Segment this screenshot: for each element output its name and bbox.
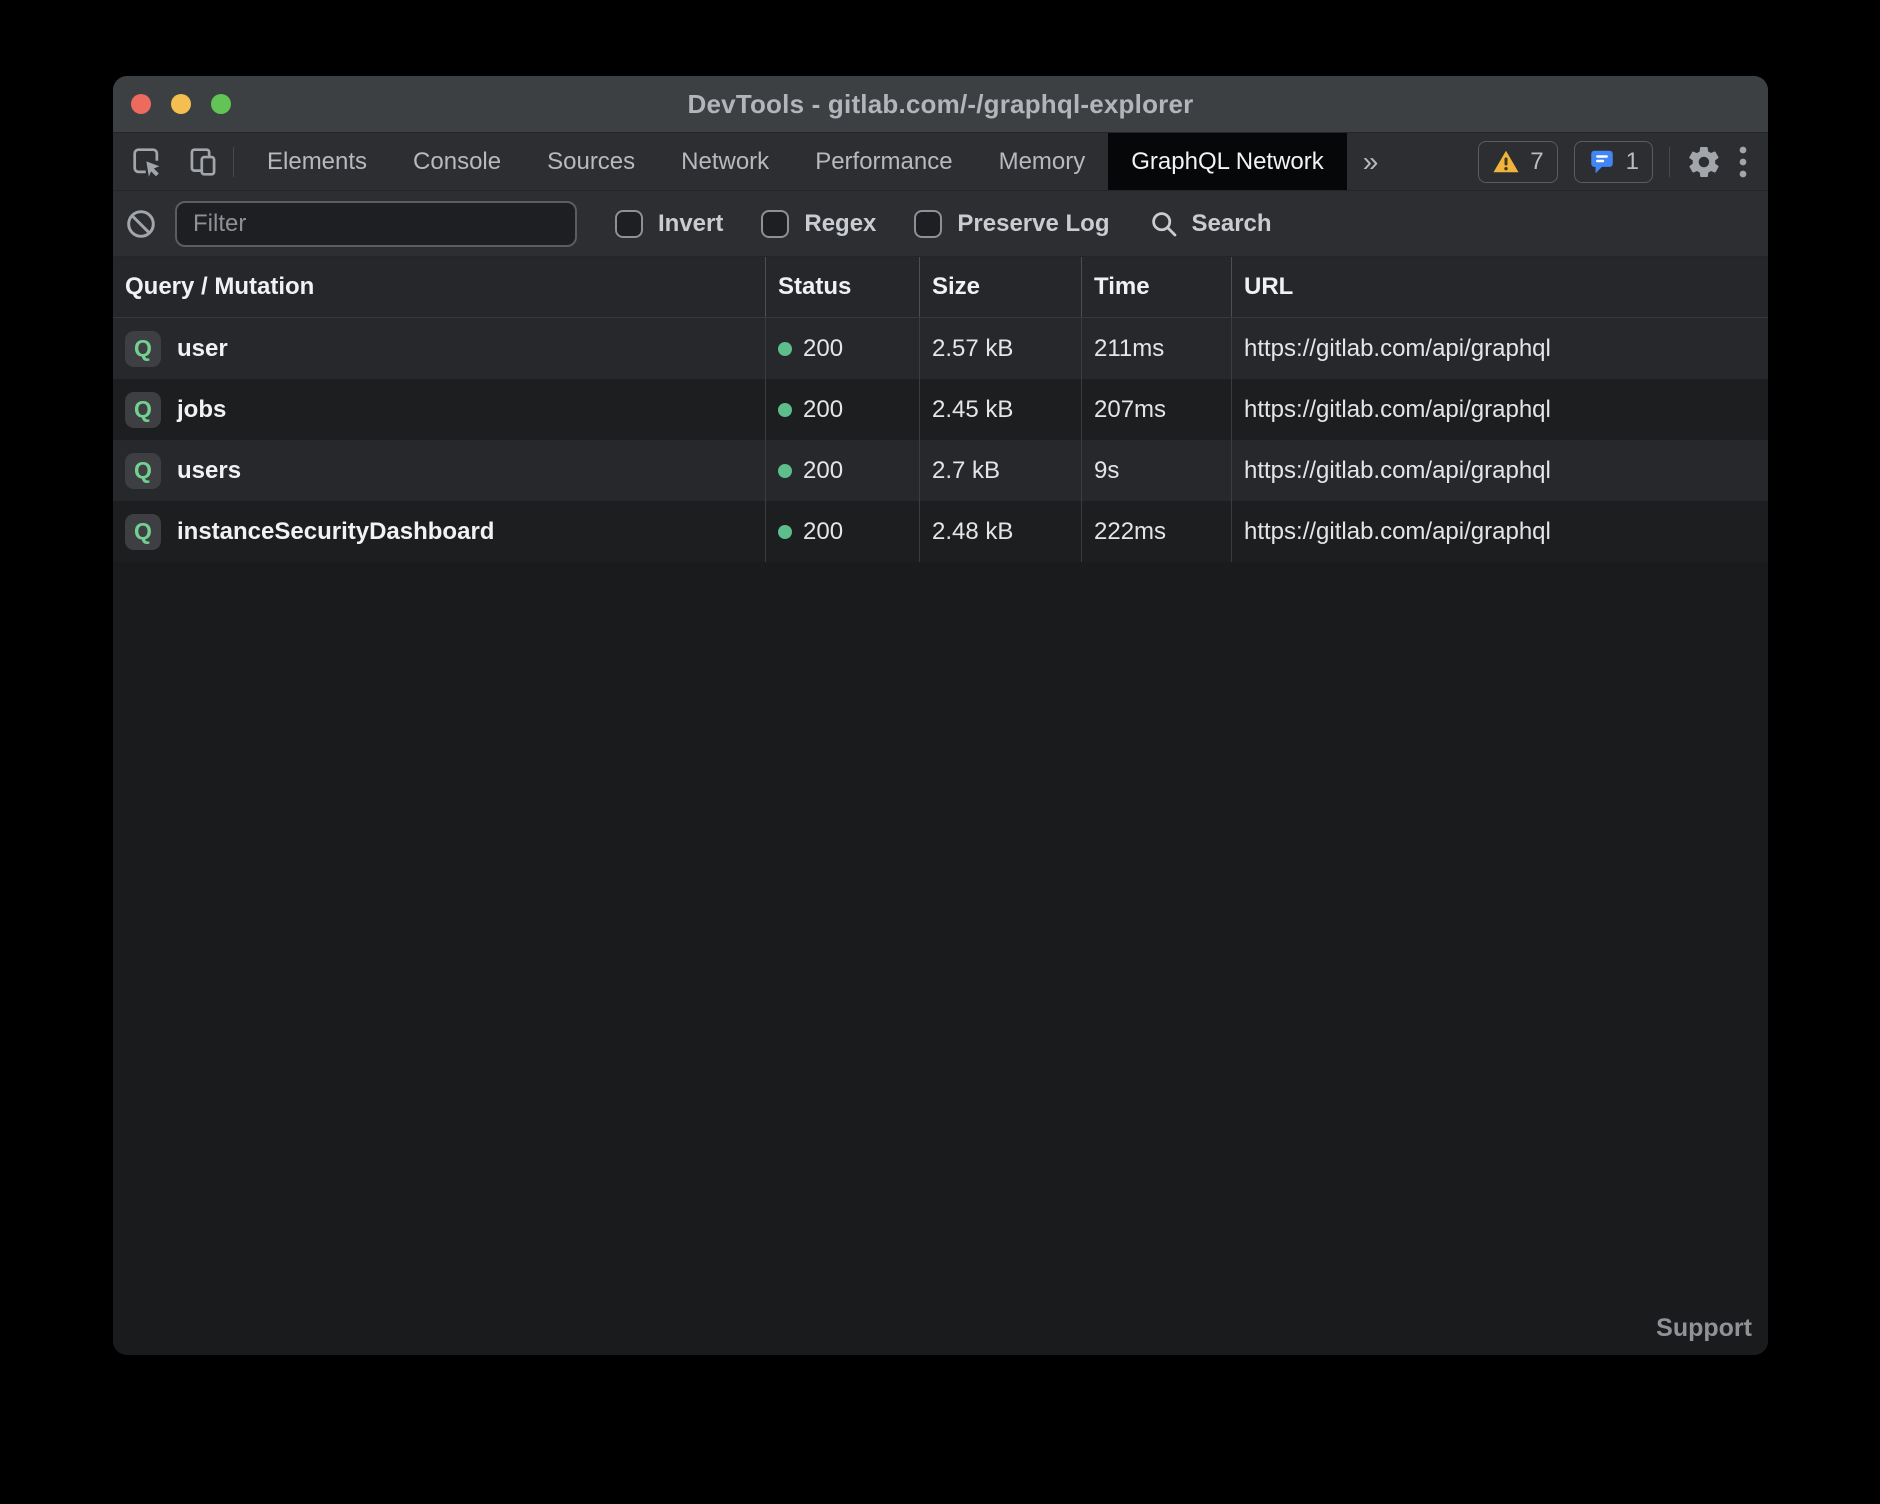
status-cell: 200: [766, 501, 920, 562]
query-name: users: [177, 457, 241, 485]
query-name: instanceSecurityDashboard: [177, 518, 494, 546]
devtools-tabbar: Elements Console Sources Network Perform…: [113, 132, 1768, 190]
query-name-cell[interactable]: Q users: [113, 440, 766, 501]
tab-elements[interactable]: Elements: [244, 133, 390, 190]
issues-badge[interactable]: 1: [1574, 141, 1653, 183]
url-cell: https://gitlab.com/api/graphql: [1232, 379, 1768, 440]
size-cell: 2.57 kB: [920, 318, 1082, 379]
table-row[interactable]: Q instanceSecurityDashboard 200 2.48 kB …: [113, 501, 1768, 562]
table-header: Query / Mutation Status Size Time URL: [113, 256, 1768, 318]
time-cell: 207ms: [1082, 379, 1232, 440]
query-name: jobs: [177, 396, 226, 424]
support-link[interactable]: Support: [1656, 1314, 1752, 1343]
close-window-button[interactable]: [131, 94, 151, 114]
query-name-cell[interactable]: Q instanceSecurityDashboard: [113, 501, 766, 562]
query-name: user: [177, 335, 228, 363]
invert-checkbox[interactable]: [615, 210, 643, 238]
status-code: 200: [803, 457, 843, 485]
results-empty-area: Support: [113, 562, 1768, 1355]
status-code: 200: [803, 335, 843, 363]
settings-gear-icon[interactable]: [1686, 144, 1722, 180]
size-cell: 2.45 kB: [920, 379, 1082, 440]
filter-toolbar: Invert Regex Preserve Log Search: [113, 190, 1768, 256]
search-label: Search: [1191, 210, 1271, 238]
status-cell: 200: [766, 440, 920, 501]
titlebar: DevTools - gitlab.com/-/graphql-explorer: [113, 76, 1768, 132]
filter-input[interactable]: [175, 201, 577, 247]
query-name-cell[interactable]: Q jobs: [113, 379, 766, 440]
panel-tabs: Elements Console Sources Network Perform…: [244, 133, 1347, 190]
regex-checkbox[interactable]: [761, 210, 789, 238]
invert-label: Invert: [658, 210, 723, 238]
status-ok-dot-icon: [778, 525, 792, 539]
search-control[interactable]: Search: [1149, 209, 1271, 239]
column-header-url[interactable]: URL: [1232, 257, 1768, 317]
time-cell: 211ms: [1082, 318, 1232, 379]
query-type-badge: Q: [125, 392, 161, 428]
tab-sources[interactable]: Sources: [524, 133, 658, 190]
preserve-log-checkbox[interactable]: [914, 210, 942, 238]
regex-label: Regex: [804, 210, 876, 238]
more-options-dots-icon[interactable]: [1738, 144, 1748, 180]
device-toolbar-icon[interactable]: [187, 146, 219, 178]
invert-checkbox-group[interactable]: Invert: [615, 210, 723, 238]
warnings-badge[interactable]: 7: [1478, 141, 1557, 183]
inspect-element-icon[interactable]: [131, 146, 163, 178]
tab-console[interactable]: Console: [390, 133, 524, 190]
query-type-badge: Q: [125, 514, 161, 550]
url-cell: https://gitlab.com/api/graphql: [1232, 318, 1768, 379]
column-header-status[interactable]: Status: [766, 257, 920, 317]
time-cell: 222ms: [1082, 501, 1232, 562]
time-cell: 9s: [1082, 440, 1232, 501]
tab-graphql-network[interactable]: GraphQL Network: [1108, 133, 1347, 190]
url-cell: https://gitlab.com/api/graphql: [1232, 440, 1768, 501]
tab-performance[interactable]: Performance: [792, 133, 975, 190]
table-row[interactable]: Q users 200 2.7 kB 9s https://gitlab.com…: [113, 440, 1768, 501]
status-code: 200: [803, 518, 843, 546]
size-cell: 2.7 kB: [920, 440, 1082, 501]
query-type-badge: Q: [125, 331, 161, 367]
status-cell: 200: [766, 379, 920, 440]
size-cell: 2.48 kB: [920, 501, 1082, 562]
warning-count: 7: [1530, 148, 1543, 176]
window-title: DevTools - gitlab.com/-/graphql-explorer: [688, 89, 1194, 120]
column-header-time[interactable]: Time: [1082, 257, 1232, 317]
status-ok-dot-icon: [778, 342, 792, 356]
search-icon: [1149, 209, 1179, 239]
clear-block-icon[interactable]: [125, 208, 157, 240]
column-header-size[interactable]: Size: [920, 257, 1082, 317]
issues-count: 1: [1626, 148, 1639, 176]
more-tabs-chevron-icon[interactable]: »: [1347, 133, 1395, 190]
tab-memory[interactable]: Memory: [976, 133, 1109, 190]
preserve-log-label: Preserve Log: [957, 210, 1109, 238]
status-code: 200: [803, 396, 843, 424]
query-type-badge: Q: [125, 453, 161, 489]
toolbar-divider: [233, 147, 234, 177]
table-row[interactable]: Q user 200 2.57 kB 211ms https://gitlab.…: [113, 318, 1768, 379]
url-cell: https://gitlab.com/api/graphql: [1232, 501, 1768, 562]
status-cell: 200: [766, 318, 920, 379]
message-bubble-icon: [1588, 148, 1616, 175]
traffic-lights: [131, 76, 231, 132]
status-ok-dot-icon: [778, 464, 792, 478]
regex-checkbox-group[interactable]: Regex: [761, 210, 876, 238]
badge-divider: [1669, 147, 1670, 177]
zoom-window-button[interactable]: [211, 94, 231, 114]
status-ok-dot-icon: [778, 403, 792, 417]
preserve-log-checkbox-group[interactable]: Preserve Log: [914, 210, 1109, 238]
column-header-query-mutation[interactable]: Query / Mutation: [113, 257, 766, 317]
devtools-window: DevTools - gitlab.com/-/graphql-explorer…: [113, 76, 1768, 1355]
minimize-window-button[interactable]: [171, 94, 191, 114]
tab-network[interactable]: Network: [658, 133, 792, 190]
table-row[interactable]: Q jobs 200 2.45 kB 207ms https://gitlab.…: [113, 379, 1768, 440]
query-name-cell[interactable]: Q user: [113, 318, 766, 379]
warning-triangle-icon: [1492, 149, 1520, 174]
